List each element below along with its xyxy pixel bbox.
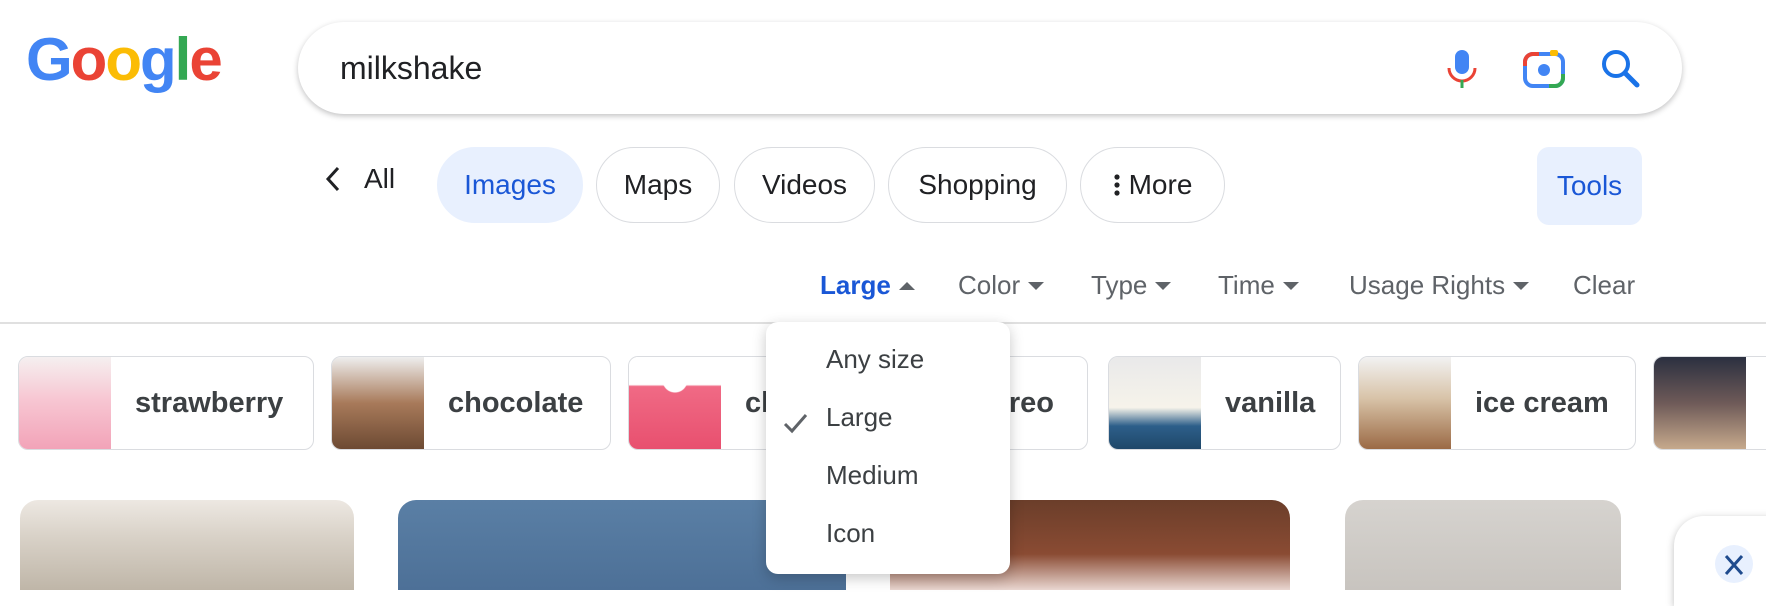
menu-item-medium[interactable]: Medium [826, 460, 918, 491]
chip-label: strawberry [135, 386, 284, 419]
menu-item-any-size[interactable]: Any size [826, 344, 924, 375]
menu-item-icon[interactable]: Icon [826, 518, 875, 549]
filter-color[interactable]: Color [958, 270, 1045, 301]
chip-chocolate[interactable]: chocolate [331, 356, 611, 450]
chip-thumbnail [1109, 357, 1201, 449]
tab-shopping[interactable]: Shopping [888, 147, 1067, 223]
image-result[interactable] [1345, 500, 1621, 590]
chip-label: cl [745, 386, 770, 419]
chip-strawberry[interactable]: strawberry [18, 356, 314, 450]
chip-thumbnail [629, 357, 721, 449]
caret-up-icon [898, 281, 915, 290]
tab-maps[interactable]: Maps [596, 147, 720, 223]
image-result[interactable] [20, 500, 354, 590]
tab-all-label: All [364, 163, 396, 194]
floating-card[interactable] [1674, 516, 1766, 606]
chip-thumbnail [1654, 357, 1746, 449]
search-input[interactable]: milkshake [340, 50, 482, 87]
menu-item-large[interactable]: Large [826, 402, 893, 433]
chip-more-partial[interactable] [1653, 356, 1766, 450]
camera-lens-icon[interactable] [1520, 44, 1568, 92]
clear-filters[interactable]: Clear [1573, 270, 1635, 301]
filter-size-label: Large [820, 270, 891, 300]
filter-color-label: Color [958, 270, 1021, 300]
filter-time[interactable]: Time [1218, 270, 1299, 301]
caret-down-icon [1282, 281, 1299, 290]
chip-ice-cream[interactable]: ice cream [1358, 356, 1636, 450]
tab-videos-label: Videos [761, 169, 848, 200]
checkmark-icon [783, 414, 808, 434]
tab-videos[interactable]: Videos [734, 147, 875, 223]
chip-label: ice cream [1475, 386, 1609, 419]
tab-images-label: Images [464, 169, 556, 200]
tab-all[interactable]: All [322, 163, 395, 195]
filter-type-label: Type [1091, 270, 1148, 300]
chip-label: chocolate [448, 386, 584, 419]
more-vert-icon [1113, 174, 1120, 196]
filter-usage-rights[interactable]: Usage Rights [1349, 270, 1530, 301]
chip-thumbnail [1359, 357, 1451, 449]
chevron-left-icon [325, 166, 340, 192]
tools-button[interactable]: Tools [1537, 147, 1642, 225]
search-icon[interactable] [1596, 44, 1644, 92]
caret-down-icon [1155, 281, 1172, 290]
tab-shopping-label: Shopping [918, 169, 1037, 200]
chip-thumbnail [19, 357, 111, 449]
tab-more[interactable]: More [1080, 147, 1225, 223]
caret-down-icon [1028, 281, 1045, 290]
utensils-icon [1715, 545, 1753, 583]
tools-label: Tools [1556, 170, 1623, 201]
microphone-icon[interactable] [1438, 44, 1486, 92]
chip-thumbnail [332, 357, 424, 449]
clear-label: Clear [1573, 270, 1636, 300]
chip-label: vanilla [1225, 386, 1316, 419]
search-box[interactable]: milkshake [298, 22, 1682, 114]
filter-usage-rights-label: Usage Rights [1349, 270, 1506, 300]
filter-time-label: Time [1218, 270, 1275, 300]
tab-images[interactable]: Images [437, 147, 583, 223]
filter-size[interactable]: Large [820, 270, 915, 301]
tab-more-label: More [1128, 169, 1193, 200]
caret-down-icon [1513, 281, 1530, 290]
chip-vanilla[interactable]: vanilla [1108, 356, 1341, 450]
size-dropdown-menu: Any size Large Medium Icon [766, 322, 1010, 574]
google-logo[interactable]: Google [26, 30, 223, 90]
tab-maps-label: Maps [623, 169, 693, 200]
filter-type[interactable]: Type [1091, 270, 1172, 301]
